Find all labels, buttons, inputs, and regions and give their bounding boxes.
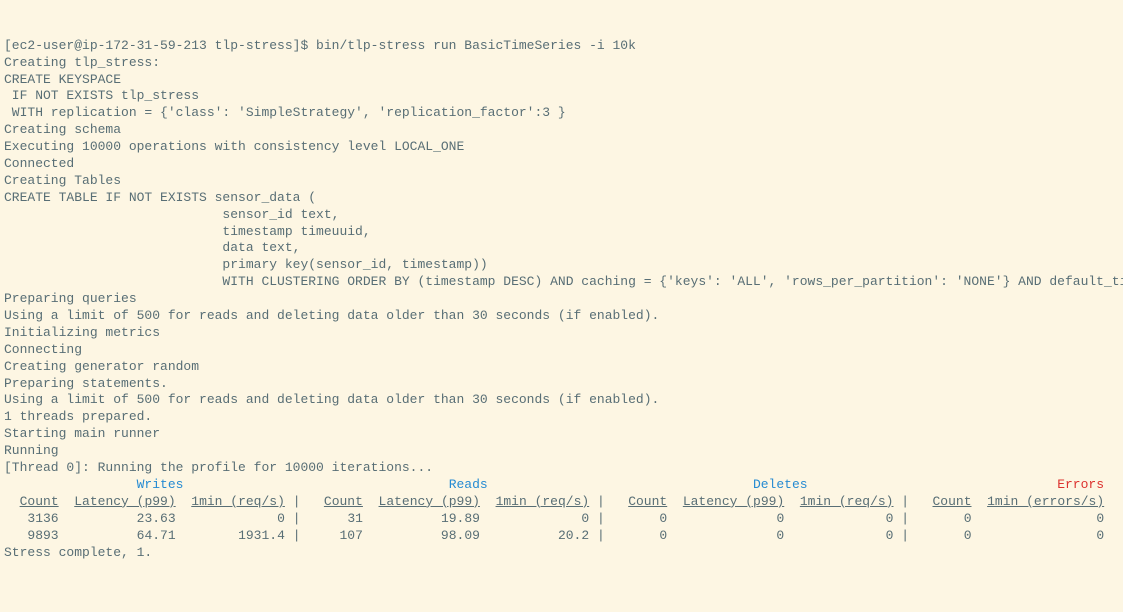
output-line: data text, <box>4 240 1119 257</box>
col-latency: Latency (p99) <box>683 494 784 509</box>
col-latency: Latency (p99) <box>379 494 480 509</box>
cell: 0 <box>886 511 894 526</box>
cell: 31 <box>347 511 363 526</box>
output-line: Preparing statements. <box>4 376 1119 393</box>
cell: 0 <box>776 528 784 543</box>
col-count: Count <box>324 494 363 509</box>
output-line: IF NOT EXISTS tlp_stress <box>4 88 1119 105</box>
output-line: WITH replication = {'class': 'SimpleStra… <box>4 105 1119 122</box>
cell: 20.2 <box>558 528 589 543</box>
deletes-header: Deletes <box>753 477 808 492</box>
cell: 9893 <box>27 528 58 543</box>
output-line: Starting main runner <box>4 426 1119 443</box>
cell: 0 <box>277 511 285 526</box>
section-header-row: Writes Reads Deletes Errors <box>4 477 1119 494</box>
output-line: [Thread 0]: Running the profile for 1000… <box>4 460 1119 477</box>
output-line: CREATE KEYSPACE <box>4 72 1119 89</box>
col-count: Count <box>933 494 972 509</box>
output-line: Running <box>4 443 1119 460</box>
output-line: Creating tlp_stress: <box>4 55 1119 72</box>
cell: 0 <box>964 511 972 526</box>
cell: 1931.4 <box>238 528 285 543</box>
terminal-prompt: [ec2-user@ip-172-31-59-213 tlp-stress]$ … <box>4 38 1119 55</box>
col-req: 1min (req/s) <box>191 494 285 509</box>
cell: 3136 <box>27 511 58 526</box>
col-count: Count <box>20 494 59 509</box>
data-row: 9893 64.71 1931.4 | 107 98.09 20.2 | 0 0… <box>4 528 1119 545</box>
col-count: Count <box>628 494 667 509</box>
output-line: 1 threads prepared. <box>4 409 1119 426</box>
cell: 0 <box>964 528 972 543</box>
footer-line: Stress complete, 1. <box>4 545 1119 562</box>
errors-header: Errors <box>1057 477 1104 492</box>
col-req: 1min (req/s) <box>496 494 590 509</box>
col-errors: 1min (errors/s) <box>987 494 1104 509</box>
output-line: Creating schema <box>4 122 1119 139</box>
output-line: Preparing queries <box>4 291 1119 308</box>
cell: 23.63 <box>137 511 176 526</box>
output-line: Connected <box>4 156 1119 173</box>
reads-header: Reads <box>449 477 488 492</box>
output-line: CREATE TABLE IF NOT EXISTS sensor_data ( <box>4 190 1119 207</box>
output-line: Executing 10000 operations with consiste… <box>4 139 1119 156</box>
column-header-row: Count Latency (p99) 1min (req/s) | Count… <box>4 494 1119 511</box>
col-req: 1min (req/s) <box>800 494 894 509</box>
data-row: 3136 23.63 0 | 31 19.89 0 | 0 0 0 | 0 0 <box>4 511 1119 528</box>
cell: 98.09 <box>441 528 480 543</box>
output-line: Using a limit of 500 for reads and delet… <box>4 308 1119 325</box>
writes-header: Writes <box>137 477 184 492</box>
cell: 64.71 <box>137 528 176 543</box>
output-line: primary key(sensor_id, timestamp)) <box>4 257 1119 274</box>
output-line: timestamp timeuuid, <box>4 224 1119 241</box>
cell: 0 <box>886 528 894 543</box>
cell: 0 <box>581 511 589 526</box>
cell: 19.89 <box>441 511 480 526</box>
output-line: WITH CLUSTERING ORDER BY (timestamp DESC… <box>4 274 1119 291</box>
output-line: sensor_id text, <box>4 207 1119 224</box>
output-line: Initializing metrics <box>4 325 1119 342</box>
cell: 0 <box>1096 528 1104 543</box>
cell: 0 <box>659 528 667 543</box>
output-line: Creating generator random <box>4 359 1119 376</box>
output-line: Connecting <box>4 342 1119 359</box>
output-line: Creating Tables <box>4 173 1119 190</box>
cell: 0 <box>659 511 667 526</box>
output-line: Using a limit of 500 for reads and delet… <box>4 392 1119 409</box>
cell: 0 <box>776 511 784 526</box>
col-latency: Latency (p99) <box>74 494 175 509</box>
cell: 0 <box>1096 511 1104 526</box>
cell: 107 <box>340 528 363 543</box>
